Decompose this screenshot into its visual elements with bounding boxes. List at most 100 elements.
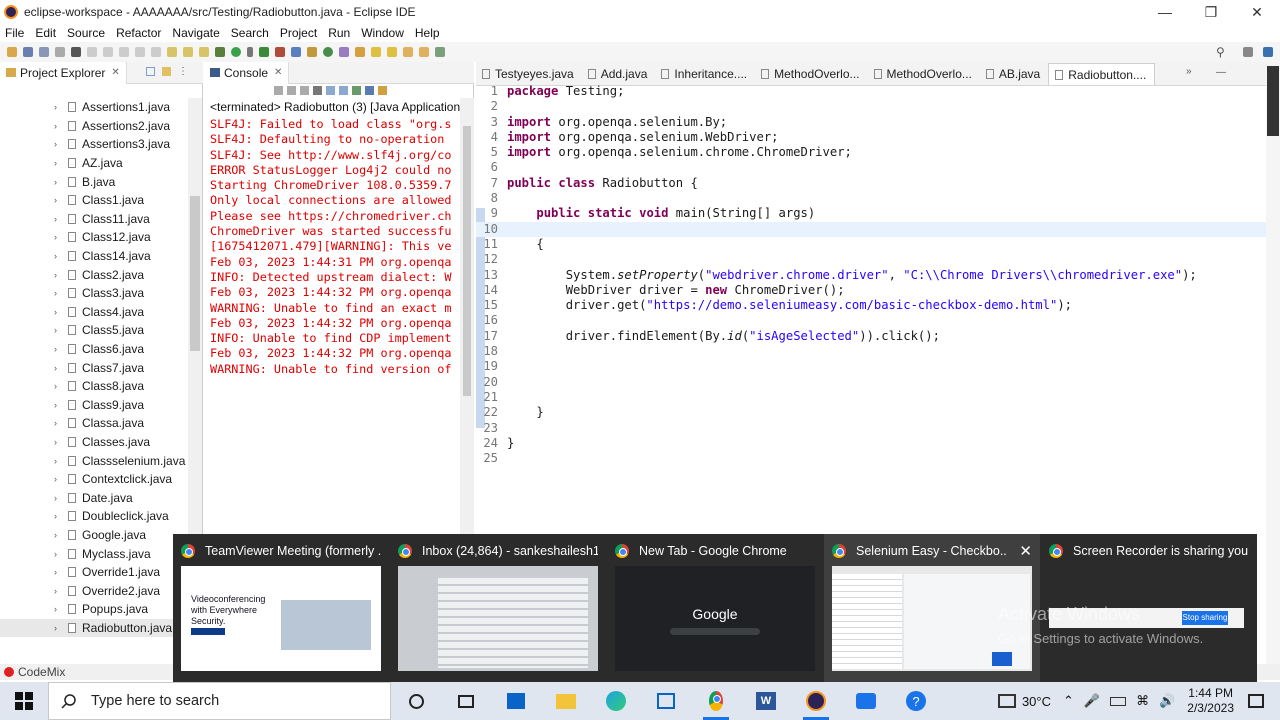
codemix-label[interactable]: CodeMix [18,665,65,679]
tree-item[interactable]: › Google.java [0,526,188,545]
next-annotation-icon[interactable] [371,47,381,57]
new-class-icon[interactable] [323,47,333,57]
chevron-right-icon[interactable]: › [54,195,62,205]
close-preview-button[interactable]: ✕ [1019,542,1032,560]
word-button[interactable]: W [741,682,791,720]
weather-icon[interactable] [997,694,1016,708]
chevron-right-icon[interactable]: › [54,177,62,187]
remove-launch-icon[interactable] [287,85,296,95]
menu-edit[interactable]: Edit [30,26,62,40]
volume-icon[interactable]: 🔊 [1159,693,1175,709]
menu-navigate[interactable]: Navigate [167,26,225,40]
chevron-right-icon[interactable]: › [54,102,62,112]
tree-item[interactable]: › Class7.java [0,358,188,377]
link-editor-icon[interactable] [162,67,171,76]
chevron-right-icon[interactable]: › [54,270,62,280]
chevron-right-icon[interactable]: › [54,232,62,242]
minimize-button[interactable]: — [1142,0,1188,24]
tree-item[interactable]: › Assertions3.java [0,135,188,154]
step-return-icon[interactable] [199,47,209,57]
save-icon[interactable] [23,47,33,57]
store-button[interactable] [491,682,541,720]
skip-icon[interactable] [87,47,97,57]
forward-icon[interactable] [419,47,429,57]
disconnect-icon[interactable] [151,47,161,57]
suspend-icon[interactable] [119,47,129,57]
tree-item[interactable]: › Doubleclick.java [0,507,188,526]
tree-item[interactable]: › Radiobutton.java [0,618,188,638]
tree-item[interactable]: › AZ.java [0,154,188,173]
tree-item[interactable]: › Class5.java [0,321,188,340]
menu-file[interactable]: File [0,26,30,40]
chevron-right-icon[interactable]: › [54,381,62,391]
chevron-right-icon[interactable]: › [54,344,62,354]
app-button[interactable] [641,682,691,720]
file-explorer-button[interactable] [541,682,591,720]
menu-project[interactable]: Project [275,26,323,40]
run-icon[interactable] [231,47,241,57]
tree-item[interactable]: › Class12.java [0,228,188,247]
tree-item[interactable]: › Classa.java [0,414,188,433]
editor-tab[interactable]: Add.java [582,63,656,85]
chevron-right-icon[interactable]: › [54,307,62,317]
preview-new-tab[interactable]: New Tab - Google Chrome Google [607,534,823,682]
menu-run[interactable]: Run [323,26,356,40]
chevron-right-icon[interactable]: › [54,251,62,261]
clock[interactable]: 1:44 PM 2/3/2023 [1187,686,1234,716]
minimize-editor-icon[interactable]: — [1216,67,1226,78]
cortana-button[interactable] [391,682,441,720]
tree-item[interactable]: › Class11.java [0,210,188,229]
tab-console[interactable]: Console ✕ [204,61,290,84]
tree-item[interactable]: › Class9.java [0,396,188,415]
tree-item[interactable]: › Override1.java [0,563,188,582]
open-type-icon[interactable] [339,47,349,57]
chevron-right-icon[interactable]: › [54,214,62,224]
chevron-right-icon[interactable]: › [54,586,62,596]
screen-recorder-button[interactable] [841,682,891,720]
taskbar-search-box[interactable]: Type here to search [48,682,391,720]
menu-refactor[interactable]: Refactor [111,26,167,40]
tree-item[interactable]: › Override2.java [0,581,188,600]
run-dropdown-icon[interactable] [247,47,253,57]
new-icon[interactable] [7,47,17,57]
editor-tab[interactable]: AB.java [980,63,1048,85]
editor-tab[interactable]: MethodOverlo... [868,63,980,85]
editor-tab[interactable]: Testyeyes.java [476,63,582,85]
tab-overflow-icon[interactable]: » [1186,66,1192,77]
back-icon[interactable] [403,47,413,57]
stop-icon[interactable] [135,47,145,57]
chevron-right-icon[interactable]: › [54,418,62,428]
tree-item[interactable]: › Class8.java [0,377,188,396]
new-java-project-icon[interactable] [291,47,301,57]
menu-search[interactable]: Search [226,26,275,40]
perspective-icon[interactable] [1243,47,1253,57]
editor-tab[interactable]: Inheritance.... [655,63,755,85]
toolbar-search-icon[interactable]: ⚲ [1216,45,1225,59]
chevron-right-icon[interactable]: › [54,325,62,335]
close-icon[interactable]: ✕ [111,67,119,78]
step-over-icon[interactable] [183,47,193,57]
tree-item[interactable]: › Class3.java [0,284,188,303]
menu-window[interactable]: Window [356,26,410,40]
save-all-icon[interactable] [39,47,49,57]
chevron-up-icon[interactable]: ⌃ [1063,693,1074,709]
prev-annotation-icon[interactable] [387,47,397,57]
tree-item[interactable]: › Classes.java [0,433,188,452]
help-button[interactable]: ? [891,682,941,720]
chevron-right-icon[interactable]: › [54,530,62,540]
tree-item[interactable]: › Myclass.java [0,544,188,563]
tree-item[interactable]: › B.java [0,172,188,191]
chevron-right-icon[interactable]: › [54,604,62,614]
preview-inbox[interactable]: Inbox (24,864) - sankeshailesh1... [390,534,606,682]
tree-item[interactable]: › Assertions1.java [0,98,188,117]
close-button[interactable]: ✕ [1234,0,1280,24]
editor-tab[interactable]: MethodOverlo... [755,63,867,85]
tree-item[interactable]: › Assertions2.java [0,117,188,136]
remove-all-icon[interactable] [300,85,309,95]
task-view-button[interactable] [441,682,491,720]
scroll-lock-icon[interactable] [326,85,335,95]
tree-item[interactable]: › Class6.java [0,340,188,359]
debug-icon[interactable] [215,47,225,57]
code-area[interactable]: 1 package Testing; 2 3 import org.openqa.s… [476,84,1266,466]
new-console-icon[interactable] [378,85,387,95]
